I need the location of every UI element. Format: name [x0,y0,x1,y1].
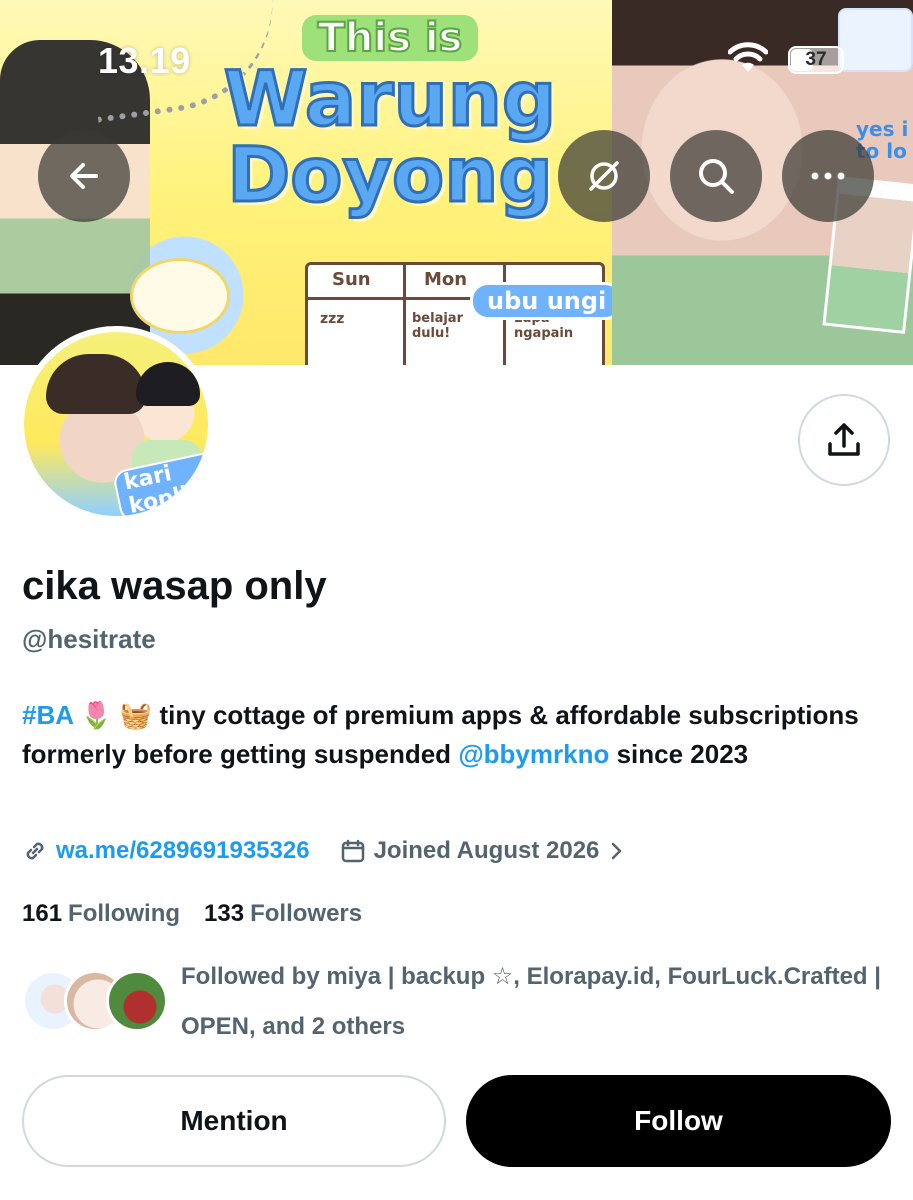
profile-avatar[interactable]: kari kopling [18,326,214,522]
banner-sticker-face [130,258,230,334]
following-label: Following [68,900,181,927]
banner-logo: This is Warung Doyong [180,14,600,219]
schedule-day-sun: Sun [332,269,371,290]
followers-label: Followers [250,900,363,927]
schedule-day-mon: Mon [424,269,468,290]
profile-meta: wa.me/6289691935326 Joined August 2026 [22,834,627,868]
share-icon [828,423,860,456]
schedule-divider [403,265,406,365]
followers-count: 133 [204,900,245,927]
followers-link[interactable]: 133 Followers [204,900,362,928]
followed-by-avatars[interactable] [22,970,168,1032]
schedule-note: zzz [320,311,345,327]
bio-hashtag-link[interactable]: #BA [22,700,73,730]
battery-percent: 37 [805,49,827,70]
status-time: 13.19 [98,40,191,81]
grok-icon [589,161,619,191]
more-options-button[interactable] [782,130,874,222]
bio-tail: since 2023 [616,739,749,769]
more-horizontal-icon [811,172,845,180]
followed-by-text[interactable]: Followed by miya | backup ☆, Elorapay.id… [181,952,901,1052]
avatar-chibi-hair [136,362,200,406]
wifi-icon [728,42,768,72]
profile-url-link[interactable]: wa.me/6289691935326 [56,837,310,865]
banner-mini-sticker [838,8,913,72]
bio-emoji: 🌷 🧺 [80,700,153,730]
follow-counts: 161 Following 133 Followers [22,900,362,928]
calendar-icon [341,839,364,863]
mention-button[interactable]: Mention [22,1075,446,1167]
follower-avatar [106,970,168,1032]
search-button[interactable] [670,130,762,222]
banner-logo-line1: Warung [222,54,558,143]
avatar-photo-hair [46,354,146,414]
arrow-left-icon [70,163,98,189]
banner-logo-line2: Doyong [226,130,555,219]
chevron-right-icon[interactable] [605,840,627,862]
display-name: cika wasap only [22,564,327,608]
search-icon [699,159,734,194]
bio-mention-link[interactable]: @bbymrkno [458,739,609,769]
following-link[interactable]: 161 Following [22,900,180,928]
back-button[interactable] [38,130,130,222]
link-icon [26,842,44,860]
battery-icon: 37 [788,46,844,74]
user-handle: @hesitrate [22,624,156,654]
profile-bio: #BA 🌷 🧺 tiny cottage of premium apps & a… [22,696,902,774]
joined-date[interactable]: Joined August 2026 [374,837,600,865]
banner-pill-label: ubu ungi [470,282,624,320]
share-button[interactable] [798,394,890,486]
grok-button[interactable] [558,130,650,222]
follow-button[interactable]: Follow [466,1075,891,1167]
following-count: 161 [22,900,63,927]
